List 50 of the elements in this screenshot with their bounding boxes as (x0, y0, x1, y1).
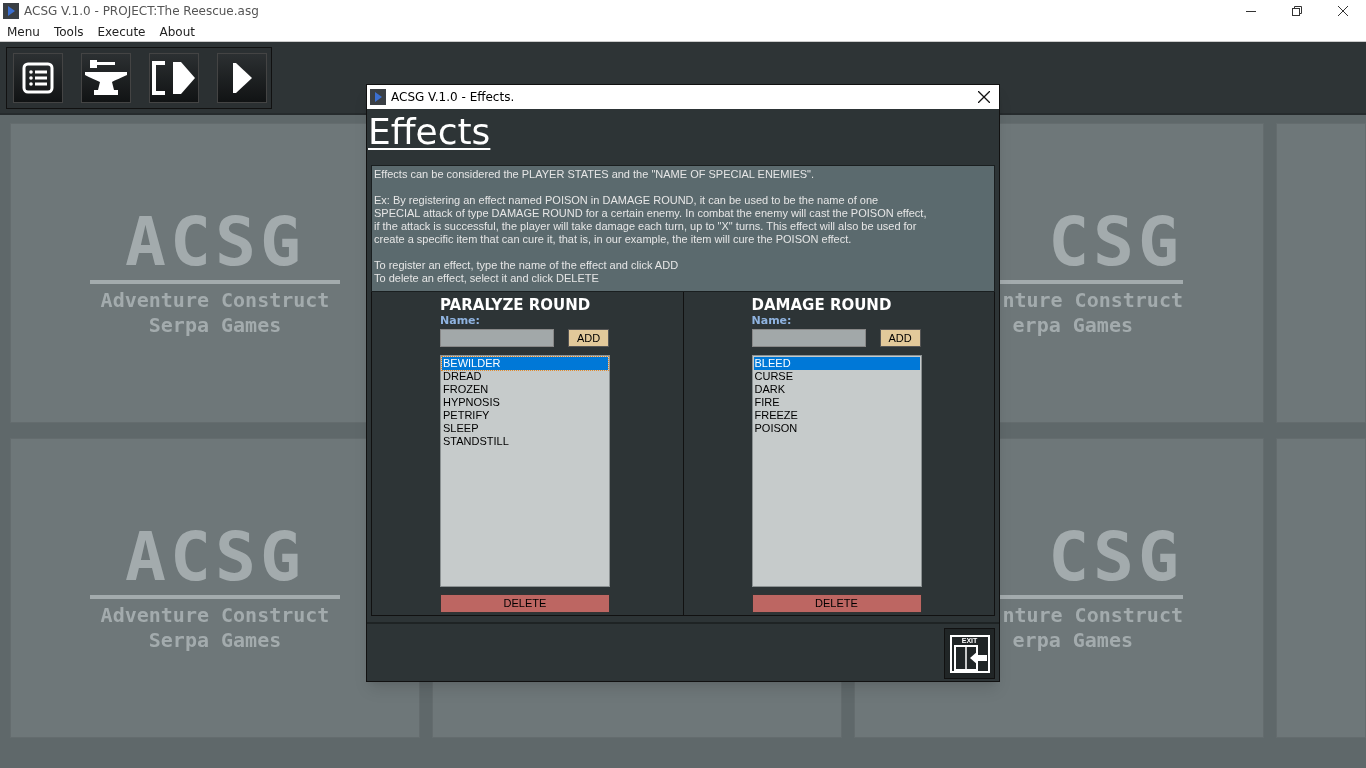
field-label: Name: (440, 314, 480, 327)
effect-list[interactable]: BLEED CURSE DARK FIRE FREEZE POISON (751, 355, 922, 587)
play-button[interactable] (217, 53, 267, 103)
panel-title: PARALYZE ROUND (440, 296, 591, 314)
dialog-heading: Effects (367, 112, 491, 152)
window-title: ACSG V.1.0 - PROJECT:The Reescue.asg (24, 3, 259, 20)
list-item[interactable]: HYPNOSIS (442, 396, 608, 409)
menu-item[interactable]: About (152, 22, 202, 41)
delete-button[interactable]: DELETE (440, 594, 610, 613)
app-icon (3, 3, 19, 19)
panel-title: DAMAGE ROUND (751, 296, 892, 314)
minimize-icon (1246, 10, 1256, 12)
menu-item[interactable]: Menu (0, 22, 47, 41)
restore-icon (1292, 6, 1302, 16)
delete-button[interactable]: DELETE (751, 594, 922, 613)
info-paragraph: To register an effect, type the name of the effect and click ADD To delete an effect, select it and click DELETE (374, 259, 679, 285)
list-item[interactable]: FREEZE (753, 409, 920, 422)
list-item[interactable]: CURSE (753, 370, 920, 383)
list-item[interactable]: FIRE (753, 396, 920, 409)
dialog-title: ACSG V.1.0 - Effects. (391, 89, 515, 106)
list-item[interactable]: FROZEN (442, 383, 608, 396)
enter-button[interactable] (149, 53, 199, 103)
list-icon (21, 61, 55, 95)
list-item[interactable]: DARK (753, 383, 920, 396)
anvil-button[interactable] (81, 53, 131, 103)
list-item[interactable]: PETRIFY (442, 409, 608, 422)
list-item[interactable]: STANDSTILL (442, 435, 608, 448)
app-icon (370, 89, 386, 105)
info-paragraph: Ex: By registering an effect named POISON in DAMAGE ROUND, it can be used to be the name of one SPECIAL attack of type DAMAGE ROUND for a certain enemy. In combat the enemy will cast the POISON effect, if the attack is successful, the player will take damage each turn, up to "X" turns. This effect will also be used for create a specific item that can cure it, that is, in our example, the item will cure the POISON effect. (374, 194, 927, 246)
name-field[interactable] (751, 329, 866, 347)
play-icon (230, 61, 254, 95)
list-item[interactable]: SLEEP (442, 422, 608, 435)
close-icon (978, 91, 990, 103)
list-item[interactable]: BEWILDER (442, 357, 608, 370)
menu-item[interactable]: Tools (46, 22, 91, 41)
anvil-hammer-icon (83, 58, 129, 98)
add-button[interactable]: ADD (568, 329, 609, 347)
list-item[interactable]: BLEED (753, 357, 920, 370)
bracket-arrow-icon (151, 60, 197, 96)
list-item[interactable]: DREAD (442, 370, 608, 383)
add-button[interactable]: ADD (879, 329, 921, 347)
effect-list[interactable]: BEWILDER DREAD FROZEN HYPNOSIS PETRIFY SLEEP STANDSTILL (440, 355, 610, 587)
list-button[interactable] (13, 53, 63, 103)
door-arrow-icon (951, 644, 988, 671)
close-icon (1338, 6, 1348, 16)
list-item[interactable]: POISON (753, 422, 920, 435)
menu-item[interactable]: Execute (90, 22, 153, 41)
name-field[interactable] (440, 329, 554, 347)
field-label: Name: (751, 314, 792, 327)
info-paragraph: Effects can be considered the PLAYER STATES and the "NAME OF SPECIAL ENEMIES". (374, 168, 815, 181)
